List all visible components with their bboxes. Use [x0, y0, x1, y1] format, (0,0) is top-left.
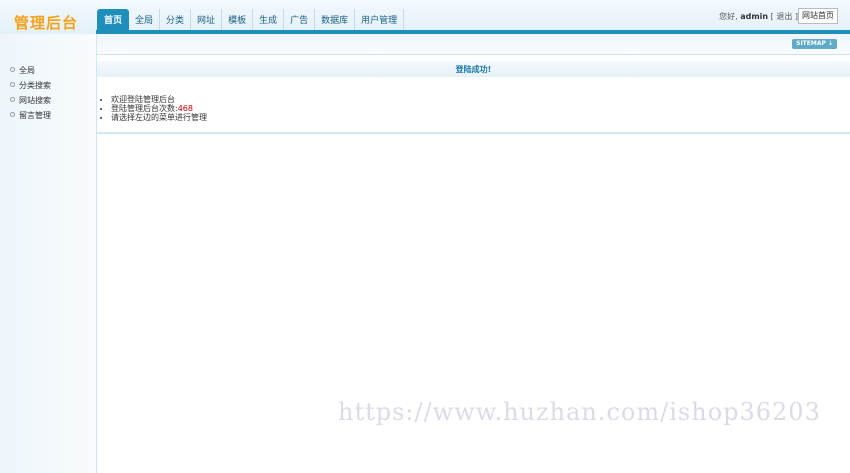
circle-bullet-icon [10, 67, 15, 72]
message-list: 欢迎登陆管理后台 登陆管理后台次数:468 请选择左边的菜单进行管理 [97, 77, 850, 122]
tab-user-management[interactable]: 用户管理 [355, 9, 405, 30]
login-count-label: 登陆管理后台次数: [111, 104, 178, 113]
tab-generate[interactable]: 生成 [253, 9, 285, 30]
tab-database[interactable]: 数据库 [315, 9, 356, 30]
circle-bullet-icon [10, 97, 15, 102]
tab-global[interactable]: 全局 [129, 9, 161, 30]
header: 管理后台 首页 全局 分类 网址 模板 生成 广告 数据库 用户管理 您好, a… [0, 0, 850, 34]
circle-bullet-icon [10, 112, 15, 117]
sidebar-item-global[interactable]: 全局 [10, 63, 96, 78]
list-item-welcome: 欢迎登陆管理后台 [111, 95, 850, 104]
sidebar-item-message-management[interactable]: 留言管理 [10, 108, 96, 123]
username: admin [740, 12, 769, 21]
tab-ads[interactable]: 广告 [284, 9, 316, 30]
circle-bullet-icon [10, 82, 15, 87]
sidebar-item-category-search[interactable]: 分类搜索 [10, 78, 96, 93]
tab-template[interactable]: 模板 [222, 9, 254, 30]
tab-home[interactable]: 首页 [97, 9, 130, 30]
message-panel: 欢迎登陆管理后台 登陆管理后台次数:468 请选择左边的菜单进行管理 [97, 77, 850, 134]
logo: 管理后台 [14, 14, 79, 32]
sidebar-item-label: 分类搜索 [19, 81, 51, 90]
sidebar-menu: 全局 分类搜索 网站搜索 留言管理 [0, 34, 96, 123]
logout-link[interactable]: 退出 [776, 12, 792, 21]
success-title: 登陆成功! [97, 61, 850, 77]
list-item-login-count: 登陆管理后台次数:468 [111, 104, 850, 113]
site-home-button[interactable]: 网站首页 [798, 8, 838, 24]
tab-url[interactable]: 网址 [191, 9, 223, 30]
sidebar-item-label: 网站搜索 [19, 96, 51, 105]
sidebar-item-site-search[interactable]: 网站搜索 [10, 93, 96, 108]
sidebar: 全局 分类搜索 网站搜索 留言管理 [0, 34, 97, 473]
tab-category[interactable]: 分类 [160, 9, 192, 30]
login-count-value: 468 [177, 104, 193, 113]
sub-header: SITEMAP ↓ [96, 34, 850, 55]
watermark: https://www.huzhan.com/ishop36203 [338, 398, 821, 426]
top-nav: 首页 全局 分类 网址 模板 生成 广告 数据库 用户管理 [97, 9, 405, 30]
sidebar-item-label: 全局 [19, 66, 35, 75]
sidebar-item-label: 留言管理 [19, 111, 51, 120]
sitemap-button[interactable]: SITEMAP ↓ [792, 39, 837, 49]
list-item-hint: 请选择左边的菜单进行管理 [111, 113, 850, 122]
greeting: 您好, [719, 12, 738, 21]
logout-bracket-open: [ [770, 12, 774, 21]
user-area: 您好, admin [ 退出 ] [719, 11, 798, 22]
